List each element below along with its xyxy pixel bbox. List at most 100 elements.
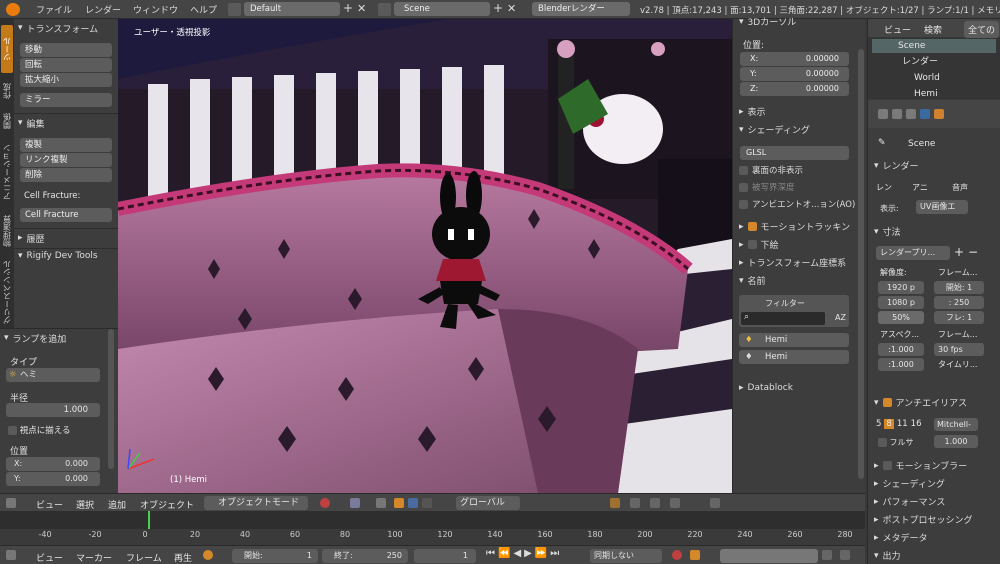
fps-select[interactable]: 30 fps [934,343,984,356]
world-tab-icon[interactable] [920,109,930,119]
shading-mode-select[interactable]: GLSL [740,146,849,160]
align-to-view-checkbox[interactable]: 視点に揃える [8,424,70,436]
n-panel-scrollbar[interactable] [858,49,864,479]
menu-view[interactable]: ビュー [36,551,63,564]
scale-manipulator-icon[interactable] [422,498,432,508]
filter-size-field[interactable]: 1.000 [934,435,978,448]
render-engine-select[interactable]: Blenderレンダー [532,2,630,16]
render-tab-icon[interactable] [878,109,888,119]
rigify-panel-header[interactable]: ▾ Rigify Dev Tools [18,249,98,263]
aspect-y-field[interactable]: :1.000 [878,358,924,371]
cell-fracture-button[interactable]: Cell Fracture [20,208,112,222]
move-button[interactable]: 移動 [20,43,112,57]
camera-icon[interactable] [710,498,720,508]
tab-create[interactable]: 作成 [1,77,13,105]
cursor-y-field[interactable]: Y: 0.00000 [740,67,849,81]
tab-animation[interactable]: アニメーション [1,137,13,207]
menu-render[interactable]: レンダー [85,3,121,16]
menu-object[interactable]: オブジェクト [140,498,194,511]
menu-marker[interactable]: マーカー [76,551,112,564]
motion-tracking-header[interactable]: ▸ モーショントラッキン [739,220,850,234]
name-panel-header[interactable]: ▾ 名前 [739,274,766,288]
scene-field[interactable]: Scene [394,2,490,16]
menu-view[interactable]: ビュー [36,498,63,511]
depth-of-field-checkbox[interactable]: 被写界深度 [739,181,795,193]
resolution-y-field[interactable]: 1080 p [878,296,924,309]
menu-playback[interactable]: 再生 [174,551,192,564]
menu-add[interactable]: 追加 [108,498,126,511]
tab-relations[interactable]: 関係 [1,107,13,135]
editor-type-icon[interactable] [6,498,16,508]
menu-search[interactable]: 検索 [924,23,942,36]
insert-keyframe-icon[interactable] [822,550,832,560]
display-mode-select[interactable]: 全ての [964,21,1000,38]
render-layers-tab-icon[interactable] [892,109,902,119]
sync-mode-select[interactable]: 同期しない [590,549,662,563]
datablock-panel-header[interactable]: ▸ Datablock [739,383,793,393]
record-icon[interactable] [672,550,682,560]
transform-panel-header[interactable]: ▾ トランスフォーム [18,21,98,35]
playback-controls[interactable]: ⏮⏪◀▶⏩⏭ [486,548,562,559]
3d-cursor-header[interactable]: ▾ 3Dカーソル [739,15,796,29]
resolution-x-field[interactable]: 1920 p [878,281,924,294]
outliner-item-render-layers[interactable]: レンダー [902,55,938,69]
display-panel-header[interactable]: ▸ 表示 [739,105,766,119]
shading-header[interactable]: ▸ シェーディング [874,477,945,491]
tab-tools[interactable]: ツール [1,25,13,73]
full-sample-checkbox[interactable]: フルサ [878,437,914,448]
viewport-shading-icon[interactable] [320,498,330,508]
radius-field[interactable]: 1.000 [6,403,100,417]
frame-end-field[interactable]: : 250 [934,296,984,309]
layers-icon[interactable] [610,498,620,508]
rotate-button[interactable]: 回転 [20,58,112,72]
interaction-mode-select[interactable]: オブジェクトモード [204,496,308,510]
name-item-hemi[interactable]: ♦ Hemi [739,333,849,347]
audio-button[interactable]: 音声 [952,182,968,193]
display-select[interactable]: UV画像エ [916,200,968,214]
ambient-occlusion-checkbox[interactable]: アンビエントオ...ョン(AO) [739,198,855,210]
render-preview-icon[interactable] [670,498,680,508]
tab-grease-pencil[interactable]: グリースペンシル [1,257,13,327]
aspect-x-field[interactable]: :1.000 [878,343,924,356]
lamp-type-select[interactable]: ☼ ヘミ [6,368,100,382]
post-processing-header[interactable]: ▸ ポストプロセッシング [874,513,973,527]
editor-type-icon[interactable] [6,550,16,560]
close-scene-icon[interactable]: ✕ [507,2,516,15]
duplicate-linked-button[interactable]: リンク複製 [20,153,112,167]
location-x-field[interactable]: X: 0.000 [6,457,100,471]
sort-az-icon[interactable]: AZ [835,313,846,322]
remove-preset-icon[interactable]: − [968,245,978,259]
pivot-point-icon[interactable] [350,498,360,508]
location-y-field[interactable]: Y: 0.000 [6,472,100,486]
scene-tab-icon[interactable] [906,109,916,119]
3d-viewport[interactable]: ユーザー・透視投影 (1) Hemi [118,19,732,493]
current-frame-field[interactable]: 1 [414,549,476,563]
outliner-item-hemi[interactable]: Hemi [914,87,938,101]
menu-frame[interactable]: フレーム [126,551,162,564]
delete-keyframe-icon[interactable] [840,550,850,560]
render-panel-header[interactable]: ▾ レンダー [874,159,919,173]
manipulator-toggle-icon[interactable] [376,498,386,508]
motion-blur-header[interactable]: ▸ モーションブラー [874,459,967,473]
edit-panel-header[interactable]: ▾ 編集 [18,116,45,130]
transform-orientation-select[interactable]: グローバル [456,496,520,510]
close-layout-icon[interactable]: ✕ [357,2,366,15]
preview-range-icon[interactable] [203,550,213,560]
menu-file[interactable]: ファイル [36,3,72,16]
layout-field[interactable]: Default [244,2,340,16]
menu-view[interactable]: ビュー [884,23,911,36]
aa-samples-5[interactable]: 5 [876,419,881,429]
menu-window[interactable]: ウィンドウ [133,3,178,16]
cursor-z-field[interactable]: Z: 0.00000 [740,82,849,96]
performance-header[interactable]: ▸ パフォーマンス [874,495,945,509]
scale-button[interactable]: 拡大縮小 [20,73,112,87]
transform-orientations-header[interactable]: ▸ トランスフォーム座標系 [739,256,846,270]
metadata-header[interactable]: ▸ メタデータ [874,531,928,545]
filter-search-input[interactable]: ⌕ [741,312,825,325]
output-header[interactable]: ▾ 出力 [874,549,901,563]
aa-filter-select[interactable]: Mitchell- [934,418,978,431]
mirror-button[interactable]: ミラー [20,93,112,107]
resolution-percent-slider[interactable]: 50% [878,311,924,324]
render-preset-select[interactable]: レンダープリ... [876,246,950,260]
add-lamp-header[interactable]: ▾ ランプを追加 [4,331,66,345]
